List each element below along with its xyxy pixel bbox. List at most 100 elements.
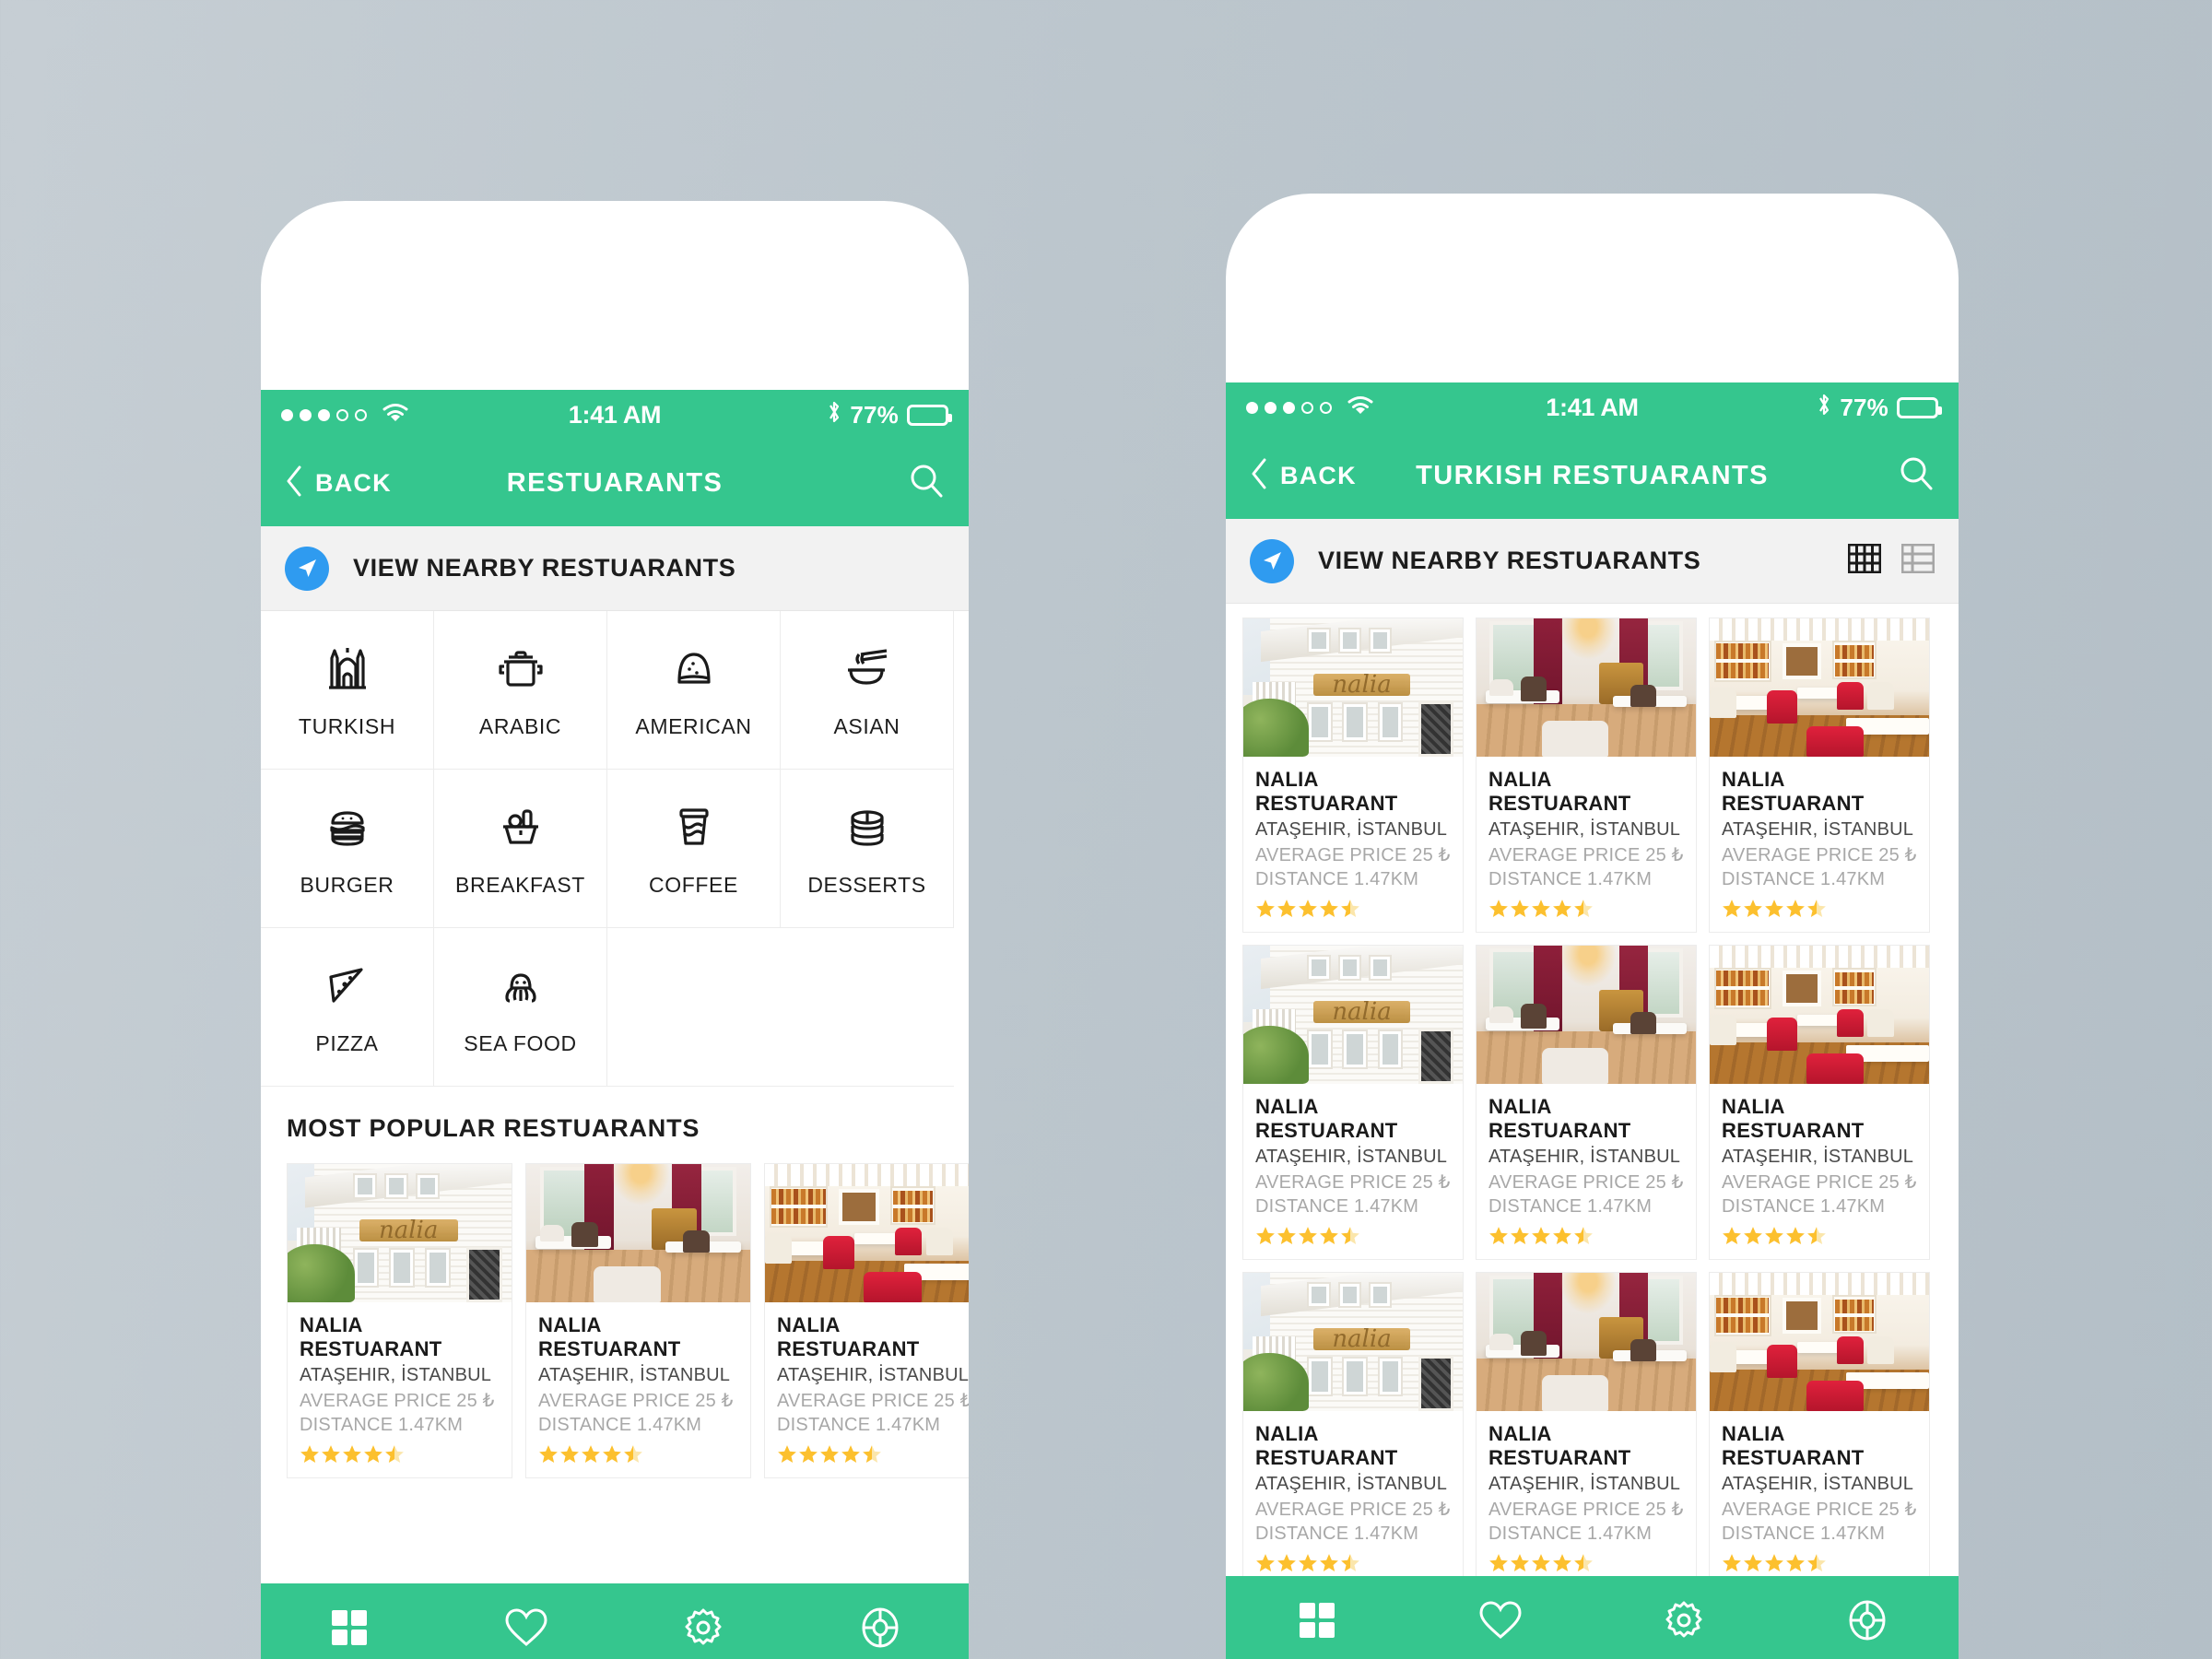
status-right-group: 77% [1639,393,1942,423]
tab-favorites[interactable] [438,1607,615,1653]
category-coffee[interactable]: COFFEE [607,770,781,928]
rating-stars [1255,1553,1451,1573]
category-label: AMERICAN [635,713,752,738]
restaurant-card[interactable]: nalia NALIA RESTUARANT ATAŞEHIR, İSTANBU… [287,1163,512,1478]
rating-stars [1722,1226,1917,1246]
category-sea-food[interactable]: SEA FOOD [434,928,607,1087]
restaurant-name: NALIA RESTUARANT [1488,768,1631,815]
restaurant-card[interactable]: nalia NALIA RESTUARANT ATAŞEHIR, İSTANBU… [1242,945,1464,1260]
restaurant-name: NALIA RESTUARANT [777,1313,920,1360]
restaurant-card[interactable]: NALIA RESTUARANT ATAŞEHIR, İSTANBUL AVER… [1709,618,1930,933]
restaurant-name: NALIA RESTUARANT [1255,1422,1398,1469]
restaurant-price: AVERAGE PRICE 25 ₺ [1722,1172,1917,1193]
category-label: ASIAN [833,713,900,738]
tab-settings[interactable] [615,1606,792,1653]
signal-dot-3 [1283,401,1295,414]
noodle-bowl-icon [841,641,894,700]
restaurant-distance: DISTANCE 1.47KM [1488,1524,1653,1544]
heart-tab-icon [1478,1600,1523,1645]
cake-stack-icon [841,800,894,858]
view-toggle-group [1847,543,1936,578]
restaurant-location: ATAŞEHIR, İSTANBUL [1722,1474,1914,1494]
lifering-tab-icon [859,1606,901,1653]
tab-settings[interactable] [1593,1599,1776,1646]
list-view-icon[interactable] [1900,543,1936,578]
tab-support[interactable] [1775,1599,1959,1646]
restaurant-name: NALIA RESTUARANT [1722,1095,1865,1142]
bluetooth-icon [827,400,841,430]
back-label: BACK [1280,461,1357,489]
restaurant-name: NALIA RESTUARANT [300,1313,442,1360]
restaurant-name: NALIA RESTUARANT [1722,1422,1865,1469]
lifering-tab-icon [1846,1599,1888,1646]
status-right-group: 77% [661,400,952,430]
octopus-icon [494,959,547,1017]
restaurant-card[interactable]: NALIA RESTUARANT ATAŞEHIR, İSTANBUL AVER… [764,1163,969,1478]
category-american[interactable]: AMERICAN [607,611,781,770]
restaurant-card[interactable]: nalia NALIA RESTUARANT ATAŞEHIR, İSTANBU… [1242,1272,1464,1587]
restaurant-distance: DISTANCE 1.47KM [1255,869,1419,889]
restaurant-card-body: NALIA RESTUARANT ATAŞEHIR, İSTANBUL AVER… [1710,757,1929,932]
restaurant-card[interactable]: NALIA RESTUARANT ATAŞEHIR, İSTANBUL AVER… [1709,1272,1930,1587]
signal-dot-1 [281,408,293,421]
search-button[interactable] [908,463,945,504]
restaurant-card-body: NALIA RESTUARANT ATAŞEHIR, İSTANBUL AVER… [1477,757,1696,932]
restaurant-location: ATAŞEHIR, İSTANBUL [300,1365,492,1385]
view-nearby-label: VIEW NEARBY RESTUARANTS [1318,547,1701,574]
tabbar-right [1226,1576,1959,1659]
category-desserts[interactable]: DESSERTS [781,770,954,928]
photo-sign-text: nalia [359,1217,458,1244]
signal-dot-4 [336,408,348,421]
view-nearby-bar-right[interactable]: VIEW NEARBY RESTUARANTS [1226,519,1959,604]
search-button[interactable] [1898,455,1935,497]
breakfast-basket-icon [494,800,547,858]
restaurant-card[interactable]: NALIA RESTUARANT ATAŞEHIR, İSTANBUL AVER… [525,1163,751,1478]
grid-view-icon[interactable] [1847,543,1882,578]
restaurant-photo [765,1164,969,1302]
status-time: 1:41 AM [568,400,662,429]
category-empty-slot-2 [781,928,954,1087]
restaurant-photo [1477,618,1696,757]
category-asian[interactable]: ASIAN [781,611,954,770]
tab-grid[interactable] [1226,1601,1409,1644]
tab-support[interactable] [792,1606,969,1653]
category-burger[interactable]: BURGER [261,770,434,928]
restaurant-card-body: NALIA RESTUARANT ATAŞEHIR, İSTANBUL AVER… [1243,1084,1463,1259]
gear-tab-icon [682,1606,724,1653]
category-turkish[interactable]: TURKISH [261,611,434,770]
restaurant-name: NALIA RESTUARANT [1488,1095,1631,1142]
restaurant-card[interactable]: nalia NALIA RESTUARANT ATAŞEHIR, İSTANBU… [1242,618,1464,933]
restaurant-card[interactable]: NALIA RESTUARANT ATAŞEHIR, İSTANBUL AVER… [1476,618,1697,933]
category-breakfast[interactable]: BREAKFAST [434,770,607,928]
restaurant-location: ATAŞEHIR, İSTANBUL [1722,1147,1914,1167]
restaurant-price: AVERAGE PRICE 25 ₺ [777,1391,969,1411]
mosque-icon [321,641,374,700]
restaurant-card-body: NALIA RESTUARANT ATAŞEHIR, İSTANBUL AVER… [1477,1411,1696,1586]
restaurant-card[interactable]: NALIA RESTUARANT ATAŞEHIR, İSTANBUL AVER… [1476,1272,1697,1587]
category-label: PIZZA [315,1030,379,1055]
tab-favorites[interactable] [1409,1600,1593,1645]
pizza-slice-icon [321,959,374,1017]
rating-stars [1488,1553,1684,1573]
view-nearby-bar-left[interactable]: VIEW NEARBY RESTUARANTS [261,526,969,611]
restaurant-distance: DISTANCE 1.47KM [1488,1196,1653,1217]
screen-right: 1:41 AM 77% BACK TURKISH RESTUARANTS VIE… [1226,382,1959,1659]
search-icon [1898,455,1935,497]
back-button[interactable]: BACK [1250,458,1357,494]
restaurant-distance: DISTANCE 1.47KM [777,1415,941,1435]
restaurant-price: AVERAGE PRICE 25 ₺ [1722,845,1917,865]
restaurant-card[interactable]: NALIA RESTUARANT ATAŞEHIR, İSTANBUL AVER… [1709,945,1930,1260]
restaurant-price: AVERAGE PRICE 25 ₺ [1488,845,1684,865]
back-button[interactable]: BACK [285,465,392,501]
battery-icon [1897,396,1942,418]
category-arabic[interactable]: ARABIC [434,611,607,770]
restaurant-photo: nalia [1243,618,1463,757]
restaurant-location: ATAŞEHIR, İSTANBUL [777,1365,969,1385]
restaurant-photo [526,1164,750,1302]
heart-tab-icon [504,1607,548,1653]
restaurant-card[interactable]: NALIA RESTUARANT ATAŞEHIR, İSTANBUL AVER… [1476,945,1697,1260]
tab-grid[interactable] [261,1608,438,1652]
wifi-icon [1347,394,1374,422]
category-pizza[interactable]: PIZZA [261,928,434,1087]
restaurant-distance: DISTANCE 1.47KM [1722,869,1886,889]
